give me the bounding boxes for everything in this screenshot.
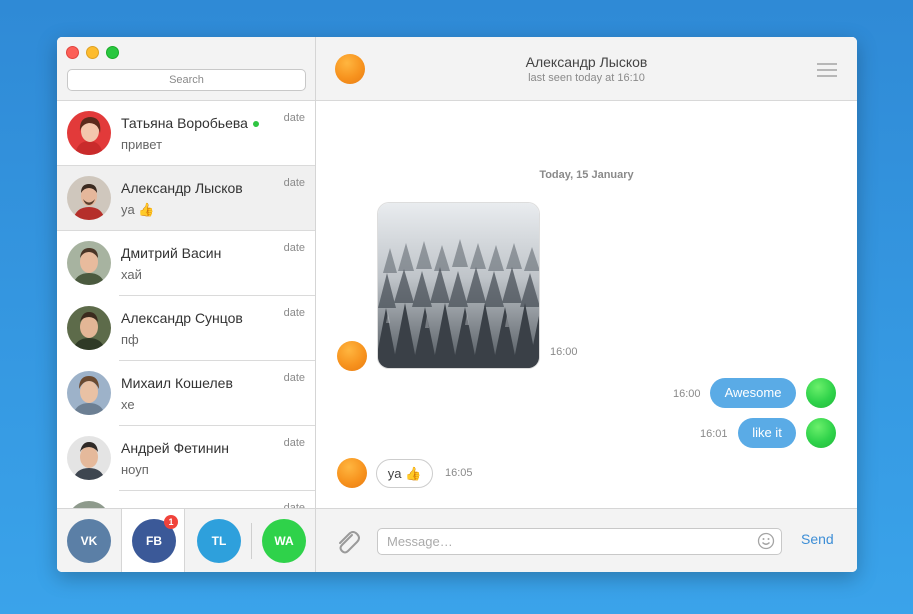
chat-contact-status: last seen today at 16:10 — [528, 72, 645, 84]
send-button[interactable]: Send — [801, 531, 834, 547]
contact-item[interactable]: Татьяна Воробьева привет date — [57, 101, 315, 166]
outgoing-message[interactable]: Awesome — [710, 378, 796, 408]
avatar — [67, 371, 111, 415]
incoming-message[interactable]: ya 👍 — [376, 459, 433, 488]
avatar[interactable] — [337, 458, 367, 488]
contact-date: date — [283, 307, 305, 319]
contact-date: date — [283, 177, 305, 189]
message-time: 16:00 — [550, 346, 578, 358]
contact-item[interactable]: Александр Сунцов пф date — [57, 296, 315, 361]
contact-name: Татьяна Воробьева — [121, 115, 259, 131]
contact-name: Дмитрий Васин — [121, 245, 222, 261]
chat-contact-name: Александр Лысков — [525, 54, 648, 70]
contact-item[interactable]: Андрей Фетинин ноуп date — [57, 426, 315, 491]
online-indicator — [252, 121, 259, 128]
message-time: 16:00 — [673, 388, 701, 400]
message-composer: Message… Send — [316, 508, 857, 572]
contact-last-message: ноуп — [121, 462, 149, 477]
zoom-window-button[interactable] — [106, 46, 119, 59]
whatsapp-icon: WA — [262, 519, 306, 563]
outgoing-message[interactable]: like it — [738, 418, 796, 448]
smiley-icon[interactable] — [757, 532, 775, 550]
tab-wa[interactable]: WA — [252, 509, 316, 572]
photo-message[interactable] — [377, 202, 540, 369]
message-time: 16:01 — [700, 428, 728, 440]
contact-date: date — [283, 372, 305, 384]
avatar[interactable] — [806, 418, 836, 448]
contact-last-message: привет — [121, 137, 163, 152]
message-time: 16:05 — [445, 467, 473, 479]
telegram-icon: TL — [197, 519, 241, 563]
contact-last-message: ya 👍 — [121, 202, 155, 217]
avatar — [67, 436, 111, 480]
contact-last-message: хай — [121, 267, 142, 282]
contact-name: Александр Лысков — [121, 180, 243, 196]
contact-item[interactable]: Александр Лысков ya 👍 date — [57, 166, 315, 231]
contact-date: date — [283, 437, 305, 449]
hamburger-menu-icon[interactable] — [817, 63, 837, 77]
contact-date: date — [283, 242, 305, 254]
minimize-window-button[interactable] — [86, 46, 99, 59]
chat-panel: Александр Лысков last seen today at 16:1… — [316, 37, 857, 572]
avatar — [67, 241, 111, 285]
contact-name: Андрей Фетинин — [121, 440, 230, 456]
avatar — [67, 306, 111, 350]
tab-tl[interactable]: TL — [187, 509, 251, 572]
day-separator: Today, 15 January — [539, 169, 634, 181]
paperclip-icon[interactable] — [334, 527, 360, 555]
messenger-window: Search Татьяна Воробьева привет date Але… — [57, 37, 857, 572]
search-input[interactable]: Search — [67, 69, 306, 91]
unread-badge: 1 — [164, 515, 178, 529]
message-input[interactable]: Message… — [377, 528, 782, 555]
contact-date: date — [283, 112, 305, 124]
avatar — [67, 176, 111, 220]
contact-item[interactable]: date — [57, 491, 315, 508]
vk-icon: VK — [67, 519, 111, 563]
contact-item[interactable]: Михаил Кошелев хе date — [57, 361, 315, 426]
sidebar: Search Татьяна Воробьева привет date Але… — [57, 37, 316, 572]
contact-item[interactable]: Дмитрий Васин хай date — [57, 231, 315, 296]
network-tabs: VK FB 1 TL WA — [57, 508, 315, 572]
sidebar-toolbar: Search — [57, 37, 315, 101]
contact-last-message: хе — [121, 397, 135, 412]
avatar[interactable] — [806, 378, 836, 408]
avatar[interactable] — [337, 341, 367, 371]
tab-vk[interactable]: VK — [57, 509, 121, 572]
contact-name: Михаил Кошелев — [121, 375, 233, 391]
close-window-button[interactable] — [66, 46, 79, 59]
contact-last-message: пф — [121, 332, 139, 347]
tab-fb[interactable]: FB 1 — [121, 509, 185, 572]
avatar — [67, 111, 111, 155]
chat-header: Александр Лысков last seen today at 16:1… — [316, 37, 857, 101]
avatar — [67, 501, 111, 508]
contact-name: Александр Сунцов — [121, 310, 243, 326]
contact-list: Татьяна Воробьева привет date Александр … — [57, 101, 315, 508]
